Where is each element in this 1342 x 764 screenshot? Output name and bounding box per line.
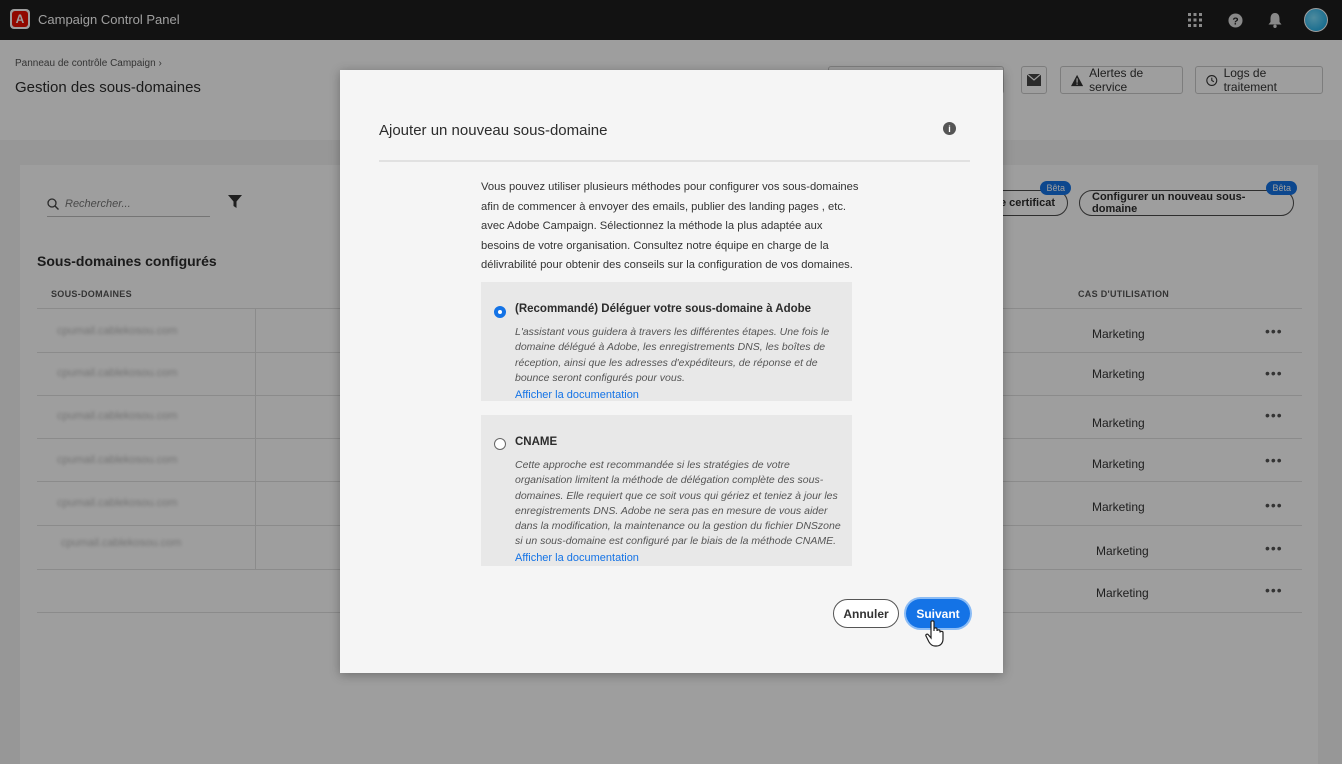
dialog-divider <box>379 160 970 162</box>
add-subdomain-dialog: Ajouter un nouveau sous-domaine i Vous p… <box>340 70 1003 673</box>
cancel-button[interactable]: Annuler <box>833 599 899 628</box>
option-cname[interactable]: CNAME Cette approche est recommandée si … <box>481 415 852 566</box>
hand-cursor-icon <box>925 620 944 647</box>
radio-cname[interactable] <box>494 438 506 450</box>
option-cname-title: CNAME <box>515 436 558 448</box>
dialog-title: Ajouter un nouveau sous-domaine <box>379 122 608 139</box>
dialog-intro-text: Vous pouvez utiliser plusieurs méthodes … <box>481 181 859 271</box>
option-delegate-title: (Recommandé) Déléguer votre sous-domaine… <box>515 303 812 315</box>
option-cname-doc-link[interactable]: Afficher la documentation <box>515 552 639 564</box>
info-icon[interactable]: i <box>943 122 956 135</box>
option-cname-description: Cette approche est recommandée si les st… <box>515 459 841 548</box>
option-delegate-description: L'assistant vous guidera à travers les d… <box>515 326 830 384</box>
option-delegate[interactable]: (Recommandé) Déléguer votre sous-domaine… <box>481 282 852 401</box>
option-delegate-doc-link[interactable]: Afficher la documentation <box>515 389 639 401</box>
radio-delegate[interactable] <box>494 306 506 318</box>
